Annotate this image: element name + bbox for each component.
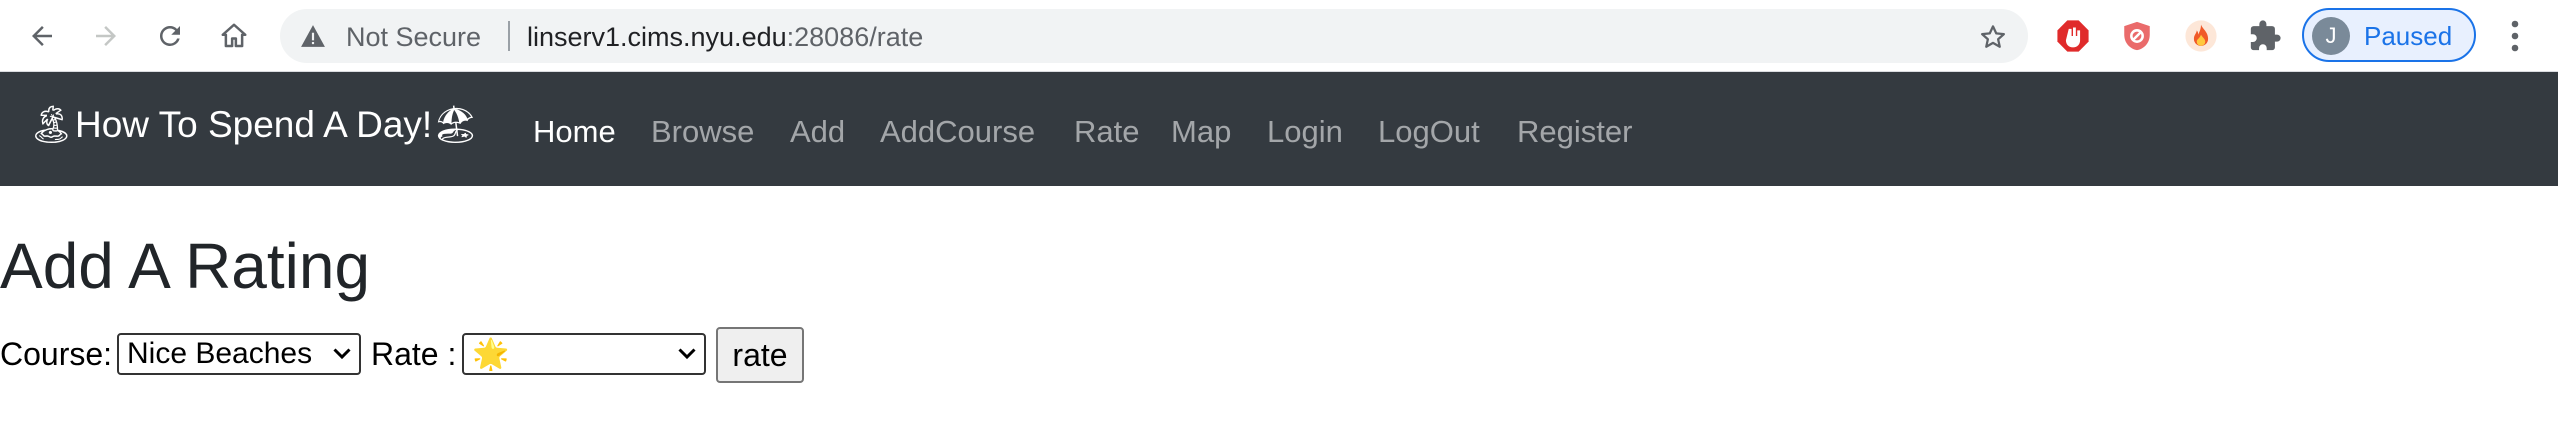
url-path: :28086/rate [786,22,924,52]
course-label: Course: [0,336,113,372]
nav-home[interactable]: Home [533,114,616,150]
nav-addcourse[interactable]: AddCourse [880,114,1035,150]
privacy-shield-extension-icon[interactable] [2120,19,2154,53]
forward-button[interactable] [86,16,126,56]
site-navbar: 🏝How To Spend A Day!🏖 Home Browse Add Ad… [0,72,2558,186]
avatar: J [2312,17,2350,55]
nav-logout[interactable]: LogOut [1378,114,1480,150]
page-title: Add A Rating [0,230,371,302]
nav-rate[interactable]: Rate [1074,114,1139,150]
rate-select-value: 🌟 [472,336,510,372]
course-select[interactable]: Nice Beaches [117,333,361,375]
arrow-right-icon [96,26,116,46]
reload-button[interactable] [150,16,190,56]
rate-select[interactable]: 🌟 [462,333,706,375]
course-select-value: Nice Beaches [127,337,313,370]
profile-status: Paused [2364,21,2453,51]
url-divider [508,21,510,51]
home-button[interactable] [214,16,254,56]
nav-map[interactable]: Map [1171,114,1231,150]
site-brand[interactable]: 🏝How To Spend A Day!🏖 [28,104,479,147]
nav-add[interactable]: Add [790,114,845,150]
adblock-extension-icon[interactable] [2056,19,2090,53]
bookmark-star-icon[interactable] [1978,22,2008,52]
security-label[interactable]: Not Secure [346,22,481,53]
more-menu-icon[interactable] [2500,18,2530,54]
profile-button[interactable]: J Paused [2302,8,2476,62]
nav-login[interactable]: Login [1267,114,1343,150]
home-icon [221,23,247,48]
back-button[interactable] [22,16,62,56]
nav-register[interactable]: Register [1517,114,1632,150]
reload-icon [159,25,180,46]
url-text[interactable]: linserv1.cims.nyu.edu:28086/rate [527,22,923,53]
chevron-down-icon [678,348,696,360]
chevron-down-icon [333,348,351,360]
warning-icon [301,25,325,47]
nav-browse[interactable]: Browse [651,114,754,150]
url-host: linserv1.cims.nyu.edu [527,22,787,52]
rate-submit-button[interactable]: rate [716,327,804,383]
rate-label: Rate : [371,336,457,372]
arrow-left-icon [32,26,52,46]
fire-extension-icon[interactable] [2184,19,2218,53]
browser-toolbar: Not Secure linserv1.cims.nyu.edu:28086/r… [0,0,2558,72]
puzzle-extensions-icon[interactable] [2248,19,2282,53]
address-bar[interactable]: Not Secure linserv1.cims.nyu.edu:28086/r… [280,9,2028,63]
